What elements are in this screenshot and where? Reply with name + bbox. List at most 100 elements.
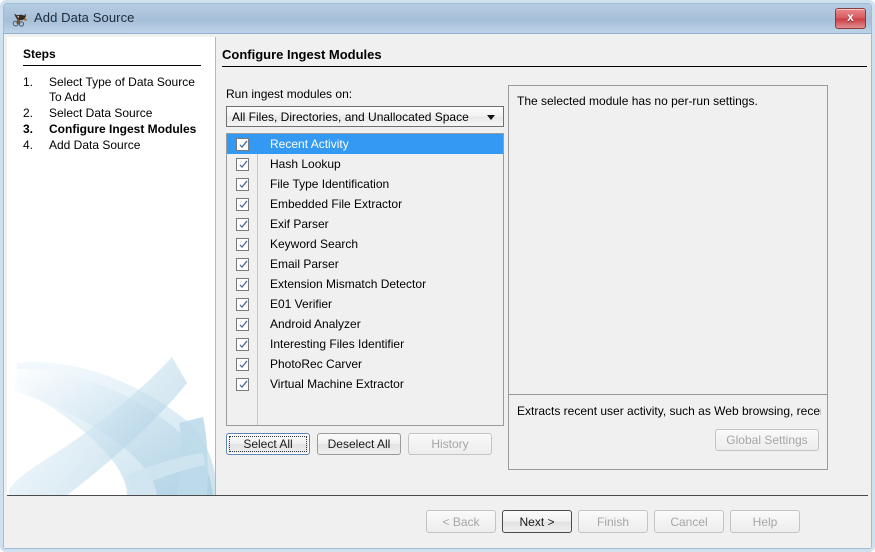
configure-ingest-modules-panel: Configure Ingest Modules Run ingest modu… [216,37,868,495]
module-description-pane: Extracts recent user activity, such as W… [508,395,828,470]
module-label: Hash Lookup [270,157,341,171]
module-checkbox-cell[interactable] [227,217,257,231]
module-row-email-parser[interactable]: Email Parser [227,254,503,274]
checkbox-checked-icon[interactable] [235,377,249,391]
finish-button[interactable]: Finish [578,510,648,533]
module-checkbox-cell[interactable] [227,317,257,331]
step-item-3-current: 3. Configure Ingest Modules [23,122,209,137]
module-row-keyword-search[interactable]: Keyword Search [227,234,503,254]
module-label: Email Parser [270,257,339,271]
checkbox-checked-icon[interactable] [235,137,249,151]
module-checkbox-cell[interactable] [227,157,257,171]
step-label: Configure Ingest Modules [49,122,197,136]
wizard-footer: < Back Next > Finish Cancel Help [7,496,868,546]
back-button[interactable]: < Back [426,510,496,533]
module-row-embedded-file-extractor[interactable]: Embedded File Extractor [227,194,503,214]
history-label: History [431,437,469,451]
module-label: PhotoRec Carver [270,357,363,371]
module-checkbox-cell[interactable] [227,377,257,391]
module-row-virtual-machine-extractor[interactable]: Virtual Machine Extractor [227,374,503,394]
page-title-divider [222,66,867,67]
next-label: Next > [519,514,555,529]
module-row-hash-lookup[interactable]: Hash Lookup [227,154,503,174]
checkbox-checked-icon[interactable] [235,217,249,231]
ingest-modules-list[interactable]: Recent Activity Hash Lookup File Type Id… [226,133,504,426]
steps-panel: Steps 1. Select Type of Data Source To A… [7,37,216,495]
module-checkbox-cell[interactable] [227,357,257,371]
module-checkbox-cell[interactable] [227,137,257,151]
module-checkbox-cell[interactable] [227,197,257,211]
autopsy-dog-icon [12,11,29,28]
module-label: Virtual Machine Extractor [270,377,404,391]
chevron-down-icon [487,115,495,120]
close-button[interactable]: x [835,8,866,29]
help-label: Help [752,514,778,529]
module-row-extension-mismatch-detector[interactable]: Extension Mismatch Detector [227,274,503,294]
module-row-file-type-identification[interactable]: File Type Identification [227,174,503,194]
steps-list: 1. Select Type of Data Source To Add 2. … [23,75,209,154]
module-row-exif-parser[interactable]: Exif Parser [227,214,503,234]
cancel-button[interactable]: Cancel [654,510,724,533]
module-description-text: Extracts recent user activity, such as W… [517,404,821,418]
global-settings-label: Global Settings [726,433,808,447]
module-row-e01-verifier[interactable]: E01 Verifier [227,294,503,314]
module-checkbox-cell[interactable] [227,337,257,351]
checkbox-checked-icon[interactable] [235,197,249,211]
module-label: Android Analyzer [270,317,361,331]
step-label: Add Data Source [49,138,141,152]
checkbox-checked-icon[interactable] [235,157,249,171]
step-number: 2. [23,106,34,120]
next-button[interactable]: Next > [502,510,572,533]
global-settings-button[interactable]: Global Settings [715,429,819,451]
checkbox-checked-icon[interactable] [235,317,249,331]
no-settings-message: The selected module has no per-run setti… [517,94,758,108]
checkbox-checked-icon[interactable] [235,297,249,311]
cancel-label: Cancel [670,514,708,529]
deselect-all-label: Deselect All [327,437,391,451]
module-label: Extension Mismatch Detector [270,277,427,291]
back-label: < Back [442,514,480,529]
module-label: E01 Verifier [270,297,333,311]
checkbox-checked-icon[interactable] [235,177,249,191]
ingest-scope-dropdown[interactable]: All Files, Directories, and Unallocated … [226,106,504,127]
run-ingest-modules-label: Run ingest modules on: [226,87,353,101]
module-row-recent-activity[interactable]: Recent Activity [227,134,503,154]
module-checkbox-cell[interactable] [227,257,257,271]
step-item-2: 2. Select Data Source [23,106,209,121]
help-button[interactable]: Help [730,510,800,533]
close-icon: x [847,10,854,24]
window-titlebar: Add Data Source x [4,4,871,34]
module-checkbox-cell[interactable] [227,277,257,291]
module-row-photorec-carver[interactable]: PhotoRec Carver [227,354,503,374]
step-item-1: 1. Select Type of Data Source To Add [23,75,209,105]
window-title: Add Data Source [34,10,135,25]
module-checkbox-cell[interactable] [227,237,257,251]
module-checkbox-cell[interactable] [227,177,257,191]
module-checkbox-cell[interactable] [227,297,257,311]
checkbox-checked-icon[interactable] [235,257,249,271]
decorative-swoosh-graphic [9,357,215,495]
module-row-interesting-files-identifier[interactable]: Interesting Files Identifier [227,334,503,354]
steps-divider [23,65,201,66]
step-number: 1. [23,75,34,89]
module-label: Exif Parser [270,217,329,231]
checkbox-checked-icon[interactable] [235,277,249,291]
step-label: Select Type of Data Source To Add [49,75,195,104]
module-label: Recent Activity [270,137,349,151]
deselect-all-button[interactable]: Deselect All [317,433,401,455]
step-label: Select Data Source [49,106,153,120]
module-label: File Type Identification [270,177,390,191]
module-label: Embedded File Extractor [270,197,403,211]
step-number: 3. [23,122,34,136]
checkbox-checked-icon[interactable] [235,237,249,251]
finish-label: Finish [596,514,629,529]
checkbox-checked-icon[interactable] [235,337,249,351]
module-row-android-analyzer[interactable]: Android Analyzer [227,314,503,334]
page-title: Configure Ingest Modules [222,47,382,62]
step-item-4: 4. Add Data Source [23,138,209,153]
add-data-source-window: Add Data Source x Steps 1. Select Type o… [3,3,872,549]
select-all-button[interactable]: Select All [226,433,310,455]
dialog-content: Steps 1. Select Type of Data Source To A… [4,34,871,548]
checkbox-checked-icon[interactable] [235,357,249,371]
history-button[interactable]: History [408,433,492,455]
